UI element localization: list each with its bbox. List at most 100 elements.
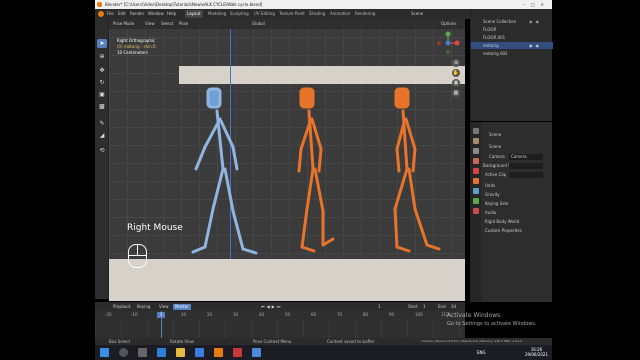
select-box-tool-icon[interactable]: ➤ xyxy=(97,39,107,48)
tool-tab-icon[interactable] xyxy=(473,128,479,134)
transform-tool-icon[interactable]: ▩ xyxy=(97,102,107,111)
timeline-header: Playback Keying View Marker ⏮◀▶⏭ 1 Start… xyxy=(95,302,465,311)
search-icon[interactable] xyxy=(119,348,128,357)
bone-tab-icon[interactable] xyxy=(473,208,479,214)
rotate-tool-icon[interactable]: ↻ xyxy=(97,78,107,87)
camera-field[interactable]: Camera xyxy=(509,154,543,160)
current-frame-field[interactable]: 1 xyxy=(378,304,381,310)
menu-edit[interactable]: Edit xyxy=(118,11,126,17)
status-rotate-view: Rotate View xyxy=(170,339,194,344)
workspace-tab-uv-editing[interactable]: UV Editing xyxy=(252,10,277,18)
panel-custom-properties[interactable]: Custom Properties xyxy=(485,228,522,234)
status-pose-context-menu: Pose Context Menu xyxy=(253,339,292,344)
end-frame-value[interactable]: 34 xyxy=(451,304,456,310)
properties-breadcrumb: Scene xyxy=(489,132,502,137)
properties-editor: Scene Scene Camera Camera Background S..… xyxy=(470,122,552,302)
cursor-tool-icon[interactable]: ⊕ xyxy=(97,52,107,61)
timeline-menu-marker[interactable]: Marker xyxy=(173,304,191,310)
grid-icon[interactable]: ▦ xyxy=(452,89,460,97)
panel-gravity[interactable]: Gravity xyxy=(485,192,500,198)
workspace-tab-modeling[interactable]: Modeling xyxy=(206,10,228,18)
menu-window[interactable]: Window xyxy=(148,11,164,17)
system-clock[interactable]: 16:26 29/06/2021 xyxy=(525,347,548,357)
panel-audio[interactable]: Audio xyxy=(485,210,496,216)
panel-keying-sets[interactable]: Keying Sets xyxy=(485,201,508,207)
outliner-item-floor[interactable]: FLOOR xyxy=(471,26,553,33)
background-scene-field[interactable] xyxy=(509,163,543,169)
visibility-camera-icon[interactable]: ◉◉ xyxy=(529,43,542,48)
timeline-tick: 40 xyxy=(259,312,265,317)
workspace-tab-shading[interactable]: Shading xyxy=(307,10,327,18)
timeline-menu-keying[interactable]: Keying xyxy=(137,304,150,310)
scene-tab-icon[interactable] xyxy=(473,158,479,164)
workspace-tab-rendering[interactable]: Rendering xyxy=(353,10,377,18)
workspace-tab-animation[interactable]: Animation xyxy=(328,10,352,18)
windows-start-icon[interactable] xyxy=(100,348,109,357)
world-tab-icon[interactable] xyxy=(473,168,479,174)
active-clip-field[interactable] xyxy=(509,172,543,178)
start-frame-value[interactable]: 1 xyxy=(423,304,426,310)
menu-file[interactable]: File xyxy=(107,11,114,17)
mail-icon[interactable] xyxy=(195,348,204,357)
outliner-item-metarig-002[interactable]: metarig.002 xyxy=(471,50,553,57)
menu-help[interactable]: Help xyxy=(167,11,176,17)
scene-selector[interactable]: Scene xyxy=(411,11,423,17)
scene-panel-header[interactable]: Scene xyxy=(489,144,501,150)
file-explorer-icon[interactable] xyxy=(176,348,185,357)
modifier-tab-icon[interactable] xyxy=(473,188,479,194)
language-indicator[interactable]: ENG xyxy=(477,350,486,355)
window-title-bar: Blender* [C:\Users\Video\Desktop\Tutoria… xyxy=(95,0,552,9)
workspace-tab-sculpting[interactable]: Sculpting xyxy=(228,10,251,18)
timeline-track[interactable] xyxy=(95,319,465,338)
status-scene-stats: metarig | Bones:1/5/170 | Objects:1/4 | … xyxy=(421,339,522,343)
move-tool-icon[interactable]: ✥ xyxy=(97,66,107,75)
bone-roll-tool-icon[interactable]: ⟲ xyxy=(97,146,107,155)
windows-taskbar: ENG 16:26 29/06/2021 xyxy=(95,345,552,360)
start-frame-label: Start xyxy=(408,304,418,309)
pan-hand-icon[interactable]: ✋ xyxy=(452,69,460,77)
recorder-app-icon[interactable] xyxy=(233,348,242,357)
timeline-menu-playback[interactable]: Playback xyxy=(113,304,131,310)
blender-taskbar-icon[interactable] xyxy=(214,348,223,357)
timeline-tick: 80 xyxy=(363,312,369,317)
mouse-icon xyxy=(128,244,147,268)
status-context-saved: Context saved to buffer xyxy=(327,339,375,344)
panel-units[interactable]: Units xyxy=(485,183,495,189)
data-tab-icon[interactable] xyxy=(473,198,479,204)
outliner-item-floor-001[interactable]: FLOOR.001 xyxy=(471,34,553,41)
object-tab-icon[interactable] xyxy=(473,178,479,184)
menu-render[interactable]: Render xyxy=(130,11,144,17)
zoom-icon[interactable]: ⊕ xyxy=(452,59,460,67)
timeline-tick: -20 xyxy=(105,312,112,317)
annotate-tool-icon[interactable]: ✎ xyxy=(97,119,107,128)
camera-view-icon[interactable]: ▣ xyxy=(452,79,460,87)
timeline-menu-view[interactable]: View xyxy=(159,304,169,310)
blender-menu-icon[interactable] xyxy=(98,11,104,17)
status-bar: Box Select Rotate View Pose Context Menu… xyxy=(95,338,552,345)
navigation-gizmo[interactable] xyxy=(435,30,461,56)
task-view-icon[interactable] xyxy=(138,348,147,357)
activate-windows-title: Activate Windows xyxy=(447,312,501,319)
orange-armature-middle xyxy=(297,87,335,253)
edge-browser-icon[interactable] xyxy=(157,348,166,357)
render-tab-icon[interactable] xyxy=(473,138,479,144)
orange-armature-right xyxy=(393,87,441,253)
panel-rigid-body-world[interactable]: Rigid Body World xyxy=(485,219,519,225)
playback-controls[interactable]: ⏮◀▶⏭ xyxy=(261,304,282,310)
output-tab-icon[interactable] xyxy=(473,148,479,154)
properties-tabs xyxy=(471,122,481,302)
workspace-tab-layout[interactable]: Layout xyxy=(185,10,203,18)
timeline-tick: 90 xyxy=(389,312,395,317)
workspace-tab-texture-paint[interactable]: Texture Paint xyxy=(277,10,307,18)
armature-rigs[interactable] xyxy=(109,19,465,301)
outliner-panel: Scene Collection FLOOR FLOOR.001 metarig… xyxy=(470,9,553,121)
window-controls[interactable]: –□× xyxy=(523,0,550,9)
playhead-frame-badge[interactable]: 1 xyxy=(157,312,165,318)
measure-tool-icon[interactable]: ◢ xyxy=(97,131,107,140)
timeline-tick: 50 xyxy=(285,312,291,317)
app-icon[interactable] xyxy=(252,348,261,357)
scale-tool-icon[interactable]: ▣ xyxy=(97,90,107,99)
timeline-area[interactable]: -20 -10 10 20 30 40 50 60 70 80 90 100 1… xyxy=(95,311,465,338)
visibility-eye-icon[interactable]: ◉◉ xyxy=(529,19,542,24)
3d-viewport[interactable]: Pose Mode View Select Pose Global Option… xyxy=(109,19,465,301)
